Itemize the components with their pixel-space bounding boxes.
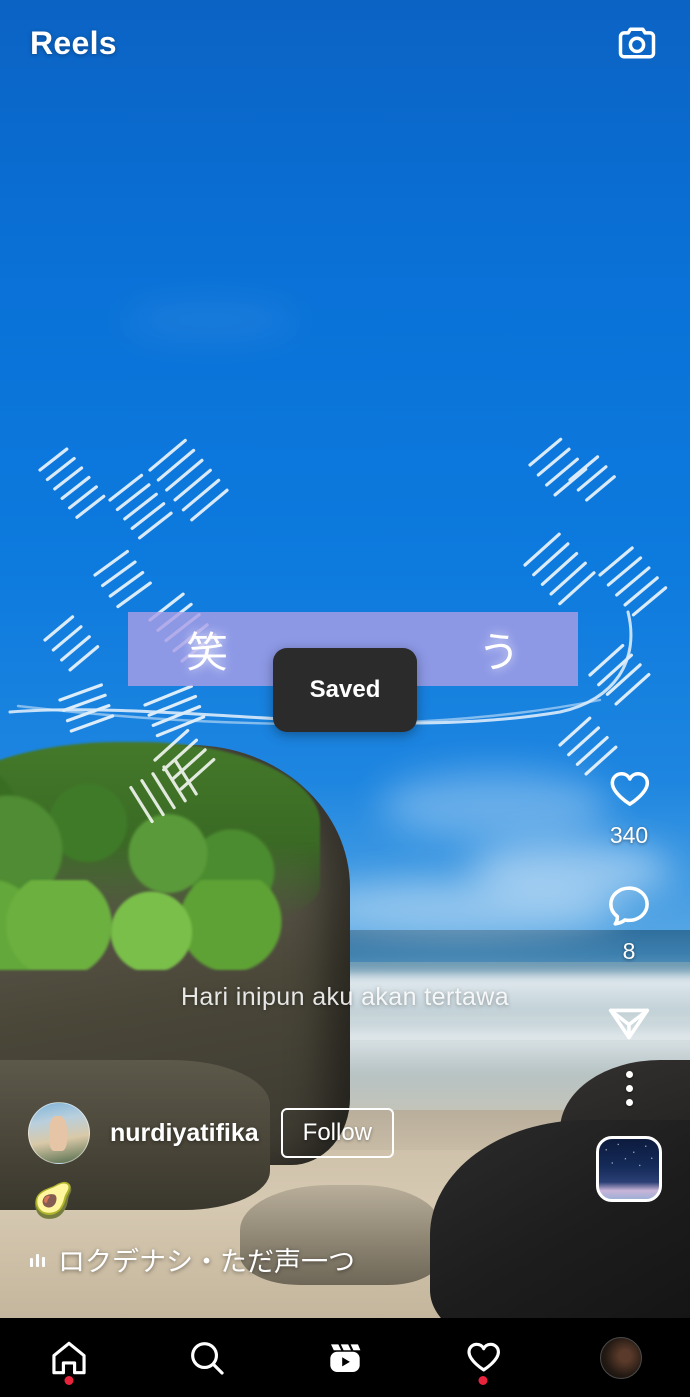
user-info-row: nurdiyatifika Follow — [28, 1102, 395, 1164]
reels-icon — [330, 1343, 361, 1372]
nav-item-reels[interactable] — [309, 1329, 381, 1387]
avatar[interactable] — [28, 1102, 90, 1164]
home-icon — [52, 1341, 86, 1374]
more-options-icon — [625, 1071, 633, 1078]
page-title: Reels — [30, 24, 117, 61]
follow-button[interactable]: Follow — [280, 1108, 395, 1158]
more-options-icon — [625, 1085, 633, 1092]
profile-avatar-icon — [600, 1336, 642, 1379]
banner-text-right: う — [477, 627, 520, 677]
nav-item-activity[interactable] — [447, 1329, 519, 1387]
comment-count: 8 — [622, 938, 636, 964]
toast-message: Saved — [309, 676, 381, 703]
audio-track-title: ロクデナシ・ただ声一つ — [58, 1247, 355, 1278]
cloud — [380, 770, 610, 840]
activity-badge — [478, 1375, 488, 1385]
share-icon — [608, 1008, 650, 1040]
camera-button[interactable] — [614, 20, 660, 66]
reels-header: Reels — [0, 0, 690, 86]
username-label[interactable]: nurdiyatifika — [110, 1119, 259, 1148]
audio-thumbnail-stars — [599, 1139, 659, 1199]
cloud — [120, 300, 300, 340]
saved-toast: Saved — [273, 648, 417, 732]
like-button[interactable]: 340 — [604, 765, 654, 849]
nav-item-home[interactable] — [33, 1329, 105, 1387]
music-waveform-icon — [30, 1252, 45, 1267]
comment-button[interactable]: 8 — [604, 881, 654, 965]
nav-item-search[interactable] — [171, 1329, 243, 1387]
reels-screen: 笑 う Hari inipun aku akan tertawa Reels S… — [0, 0, 690, 1397]
bottom-navigation — [0, 1318, 690, 1397]
audio-track-row[interactable]: ロクデナシ・ただ声一つ — [30, 1240, 355, 1279]
action-rail: 340 8 — [586, 765, 672, 1202]
home-badge — [64, 1375, 74, 1385]
camera-icon — [618, 27, 656, 59]
share-button[interactable] — [604, 995, 654, 1045]
avocado-sticker: 🥑 — [32, 1181, 75, 1221]
heart-icon — [467, 1342, 500, 1371]
heart-icon — [610, 771, 650, 806]
banner-text-left: 笑 — [186, 627, 229, 677]
comment-icon — [609, 886, 649, 926]
more-options-icon — [625, 1099, 633, 1106]
audio-thumbnail[interactable] — [596, 1136, 662, 1202]
like-count: 340 — [609, 822, 649, 848]
nav-item-profile[interactable] — [585, 1329, 657, 1387]
cliff-vegetation — [0, 880, 290, 970]
search-icon — [191, 1341, 224, 1375]
more-options-button[interactable] — [625, 1071, 633, 1106]
